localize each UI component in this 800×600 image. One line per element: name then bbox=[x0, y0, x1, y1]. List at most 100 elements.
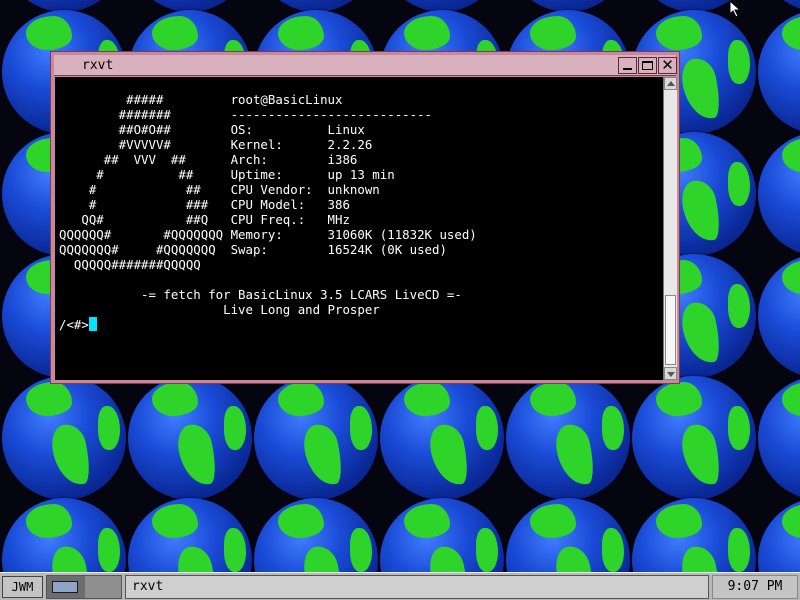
maximize-icon bbox=[642, 61, 653, 70]
globe-land bbox=[530, 16, 576, 50]
globe-land bbox=[98, 406, 120, 450]
globe-tile bbox=[758, 0, 800, 12]
globe-land bbox=[782, 16, 800, 50]
globe-land bbox=[551, 543, 599, 572]
globe-land bbox=[26, 382, 72, 416]
globe-land bbox=[728, 284, 750, 328]
minimize-icon bbox=[623, 68, 632, 70]
globe-land bbox=[224, 528, 246, 572]
globe-land bbox=[47, 0, 95, 1]
globe-land bbox=[782, 504, 800, 538]
globe-tile bbox=[758, 10, 800, 134]
globe-land bbox=[782, 382, 800, 416]
scroll-thumb[interactable] bbox=[665, 295, 676, 365]
prompt-line[interactable]: /<#> bbox=[59, 317, 97, 332]
globe-land bbox=[728, 162, 750, 206]
arrow-down-icon bbox=[667, 372, 675, 377]
globe-land bbox=[404, 16, 450, 50]
globe-land bbox=[47, 421, 95, 489]
globe-land bbox=[728, 40, 750, 84]
globe-land bbox=[476, 406, 498, 450]
arrow-up-icon bbox=[667, 81, 675, 86]
shell-prompt: /<#> bbox=[59, 317, 89, 332]
terminal-line: ##O#O## OS: Linux bbox=[118, 122, 365, 137]
globe-tile bbox=[380, 498, 504, 572]
text-cursor bbox=[88, 317, 97, 331]
globe-land bbox=[173, 0, 221, 1]
globe-land bbox=[404, 382, 450, 416]
globe-land bbox=[26, 16, 72, 50]
globe-land bbox=[602, 528, 624, 572]
globe-tile bbox=[380, 376, 504, 500]
terminal-line: #VVVVV# Kernel: 2.2.26 bbox=[118, 137, 373, 152]
taskbar: JWM rxvt 9:07 PM bbox=[0, 572, 800, 600]
globe-land bbox=[476, 528, 498, 572]
globe-land bbox=[98, 528, 120, 572]
globe-land bbox=[656, 16, 702, 50]
pager-desktop-1[interactable] bbox=[47, 576, 85, 598]
globe-land bbox=[677, 299, 725, 367]
globe-land bbox=[152, 504, 198, 538]
jwm-menu-button[interactable]: JWM bbox=[2, 576, 43, 598]
globe-land bbox=[656, 504, 702, 538]
globe-land bbox=[530, 504, 576, 538]
window-title: rxvt bbox=[82, 58, 114, 73]
terminal-line: Live Long and Prosper bbox=[223, 302, 380, 317]
globe-land bbox=[350, 528, 372, 572]
close-button[interactable]: ✕ bbox=[658, 57, 677, 74]
globe-land bbox=[278, 382, 324, 416]
desktop-pager[interactable] bbox=[46, 575, 122, 599]
globe-land bbox=[728, 406, 750, 450]
globe-land bbox=[677, 177, 725, 245]
globe-land bbox=[152, 16, 198, 50]
globe-land bbox=[677, 0, 725, 1]
vertical-scrollbar[interactable] bbox=[663, 77, 677, 380]
globe-land bbox=[728, 528, 750, 572]
close-icon: ✕ bbox=[661, 56, 674, 74]
globe-land bbox=[404, 504, 450, 538]
terminal-line: ## VVV ## Arch: i386 bbox=[103, 152, 358, 167]
globe-land bbox=[425, 0, 473, 1]
globe-land bbox=[173, 421, 221, 489]
globe-land bbox=[26, 504, 72, 538]
globe-tile bbox=[758, 376, 800, 500]
globe-tile bbox=[2, 376, 126, 500]
terminal-area[interactable]: ##### root@BasicLinux ####### ----------… bbox=[55, 77, 663, 380]
window-titlebar[interactable]: rxvt ✕ bbox=[54, 55, 677, 76]
terminal-line: ####### --------------------------- bbox=[118, 107, 432, 122]
taskbar-item-rxvt[interactable]: rxvt bbox=[125, 575, 709, 599]
maximize-button[interactable] bbox=[638, 57, 657, 74]
globe-tile bbox=[254, 498, 378, 572]
globe-land bbox=[551, 0, 599, 1]
globe-tile bbox=[128, 376, 252, 500]
terminal-line: # ## CPU Vendor: unknown bbox=[88, 182, 380, 197]
globe-land bbox=[278, 504, 324, 538]
scroll-down-button[interactable] bbox=[664, 367, 677, 380]
globe-land bbox=[299, 543, 347, 572]
terminal-line: QQQQQQ# #QQQQQQQ Memory: 31060K (11832K … bbox=[59, 227, 477, 242]
terminal-line: ##### root@BasicLinux bbox=[126, 92, 343, 107]
globe-land bbox=[299, 421, 347, 489]
pager-window-thumbnail bbox=[52, 581, 78, 593]
globe-land bbox=[782, 260, 800, 294]
globe-land bbox=[173, 543, 221, 572]
terminal-output: ##### root@BasicLinux ####### ----------… bbox=[59, 92, 477, 317]
globe-land bbox=[602, 406, 624, 450]
terminal-line: -= fetch for BasicLinux 3.5 LCARS LiveCD… bbox=[141, 287, 462, 302]
globe-land bbox=[278, 16, 324, 50]
globe-land bbox=[782, 138, 800, 172]
globe-tile bbox=[758, 254, 800, 378]
globe-tile bbox=[506, 376, 630, 500]
terminal-line: # ### CPU Model: 386 bbox=[88, 197, 350, 212]
mouse-pointer-icon bbox=[729, 0, 742, 18]
globe-tile bbox=[758, 132, 800, 256]
scroll-up-button[interactable] bbox=[664, 77, 677, 90]
globe-tile bbox=[254, 376, 378, 500]
rxvt-window[interactable]: rxvt ✕ ##### root@BasicLinux ####### ---… bbox=[50, 51, 680, 384]
globe-land bbox=[677, 55, 725, 123]
globe-land bbox=[677, 421, 725, 489]
minimize-button[interactable] bbox=[618, 57, 637, 74]
globe-land bbox=[47, 543, 95, 572]
terminal-line: QQQQQ#######QQQQQ bbox=[73, 257, 201, 272]
globe-land bbox=[551, 421, 599, 489]
